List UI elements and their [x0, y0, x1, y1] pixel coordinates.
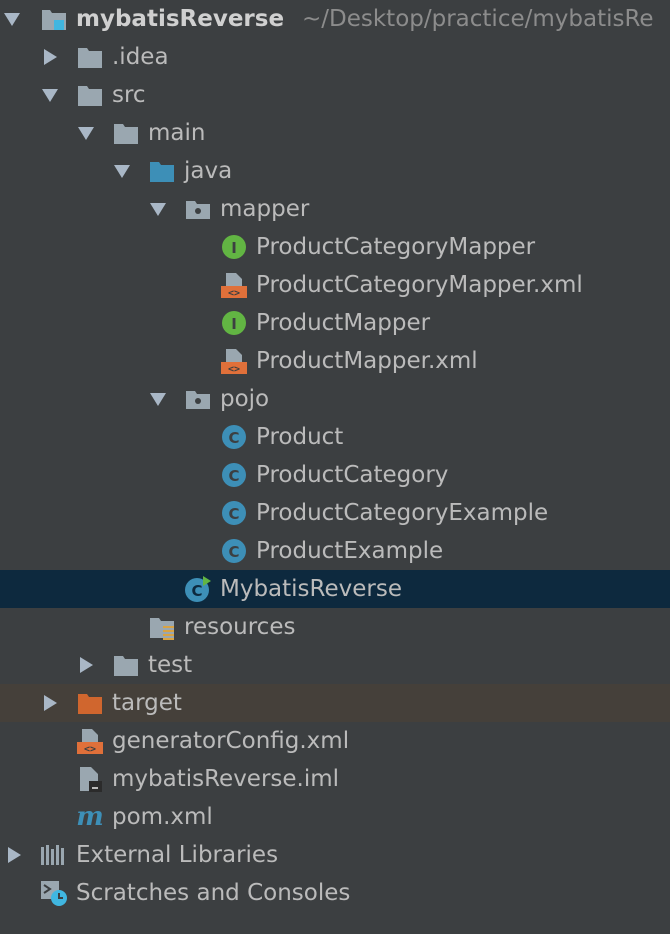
excluded-folder-icon	[76, 689, 104, 717]
folder-icon	[112, 119, 140, 147]
tree-row-product-mapper-xml[interactable]: <> ProductMapper.xml	[0, 342, 670, 380]
tree-label: main	[148, 120, 206, 146]
tree-label: ProductCategoryExample	[256, 500, 549, 526]
scratches-icon	[40, 879, 68, 907]
class-icon: C	[220, 423, 248, 451]
tree-row-mapper[interactable]: mapper	[0, 190, 670, 228]
tree-label: Product	[256, 424, 344, 450]
tree-label: MybatisReverse	[220, 576, 402, 602]
package-icon	[184, 195, 212, 223]
svg-text:C: C	[228, 543, 239, 561]
tree-label: ProductMapper.xml	[256, 348, 478, 374]
libraries-icon	[40, 841, 68, 869]
svg-text:I: I	[231, 315, 237, 333]
tree-label: pom.xml	[112, 804, 213, 830]
tree-row-scratches[interactable]: Scratches and Consoles	[0, 874, 670, 912]
tree-row-idea[interactable]: .idea	[0, 38, 670, 76]
tree-label: ProductCategoryMapper.xml	[256, 272, 583, 298]
svg-text:<>: <>	[84, 744, 96, 755]
tree-row-external-libraries[interactable]: External Libraries	[0, 836, 670, 874]
tree-label: ProductMapper	[256, 310, 431, 336]
tree-label: ProductCategory	[256, 462, 449, 488]
source-folder-icon	[148, 157, 176, 185]
runnable-class-icon: C	[184, 575, 212, 603]
project-path: ~/Desktop/practice/mybatisRe	[302, 6, 654, 32]
tree-label: resources	[184, 614, 296, 640]
tree-row-project[interactable]: mybatisReverse ~/Desktop/practice/mybati…	[0, 0, 670, 38]
class-icon: C	[220, 499, 248, 527]
folder-icon	[76, 81, 104, 109]
tree-row-product-category[interactable]: C ProductCategory	[0, 456, 670, 494]
tree-row-main[interactable]: main	[0, 114, 670, 152]
tree-row-pojo[interactable]: pojo	[0, 380, 670, 418]
expand-arrow-icon[interactable]	[148, 200, 168, 218]
tree-row-product-mapper[interactable]: I ProductMapper	[0, 304, 670, 342]
tree-label: test	[148, 652, 193, 678]
class-icon: C	[220, 461, 248, 489]
class-icon: C	[220, 537, 248, 565]
iml-file-icon	[76, 765, 104, 793]
tree-label: pojo	[220, 386, 270, 412]
tree-label: Scratches and Consoles	[76, 880, 351, 906]
tree-row-java[interactable]: java	[0, 152, 670, 190]
tree-row-product-category-mapper[interactable]: I ProductCategoryMapper	[0, 228, 670, 266]
svg-text:C: C	[228, 467, 239, 485]
tree-row-product-category-mapper-xml[interactable]: <> ProductCategoryMapper.xml	[0, 266, 670, 304]
tree-row-generator-config[interactable]: <> generatorConfig.xml	[0, 722, 670, 760]
tree-row-product[interactable]: C Product	[0, 418, 670, 456]
tree-label: java	[184, 158, 233, 184]
svg-text:<>: <>	[228, 364, 240, 375]
tree-row-src[interactable]: src	[0, 76, 670, 114]
svg-text:I: I	[231, 239, 237, 257]
collapse-arrow-icon[interactable]	[76, 656, 96, 674]
tree-label: mapper	[220, 196, 310, 222]
folder-icon	[76, 43, 104, 71]
tree-label: External Libraries	[76, 842, 279, 868]
svg-text:<>: <>	[228, 288, 240, 299]
tree-label: ProductExample	[256, 538, 444, 564]
interface-icon: I	[220, 233, 248, 261]
xml-file-icon: <>	[220, 271, 248, 299]
tree-row-test[interactable]: test	[0, 646, 670, 684]
tree-row-pom[interactable]: m pom.xml	[0, 798, 670, 836]
tree-label: mybatisReverse.iml	[112, 766, 340, 792]
tree-row-mybatis-reverse[interactable]: C MybatisReverse	[0, 570, 670, 608]
tree-label: target	[112, 690, 182, 716]
tree-row-product-category-example[interactable]: C ProductCategoryExample	[0, 494, 670, 532]
tree-label: ProductCategoryMapper	[256, 234, 536, 260]
tree-label: generatorConfig.xml	[112, 728, 350, 754]
collapse-arrow-icon[interactable]	[40, 694, 60, 712]
expand-arrow-icon[interactable]	[112, 162, 132, 180]
tree-row-target[interactable]: target	[0, 684, 670, 722]
expand-arrow-icon[interactable]	[40, 86, 60, 104]
maven-icon: m	[76, 803, 104, 831]
expand-arrow-icon[interactable]	[2, 10, 22, 28]
collapse-arrow-icon[interactable]	[4, 846, 24, 864]
svg-text:C: C	[191, 582, 202, 600]
project-tree: mybatisReverse ~/Desktop/practice/mybati…	[0, 0, 670, 934]
interface-icon: I	[220, 309, 248, 337]
resources-folder-icon	[148, 613, 176, 641]
expand-arrow-icon[interactable]	[76, 124, 96, 142]
tree-label: src	[112, 82, 146, 108]
tree-label: .idea	[112, 44, 169, 70]
svg-text:m: m	[76, 803, 104, 831]
folder-icon	[112, 651, 140, 679]
xml-file-icon: <>	[76, 727, 104, 755]
tree-row-resources[interactable]: resources	[0, 608, 670, 646]
svg-text:C: C	[228, 429, 239, 447]
tree-row-iml[interactable]: mybatisReverse.iml	[0, 760, 670, 798]
tree-row-product-example[interactable]: C ProductExample	[0, 532, 670, 570]
module-folder-icon	[40, 5, 68, 33]
project-name: mybatisReverse	[76, 6, 285, 32]
package-icon	[184, 385, 212, 413]
expand-arrow-icon[interactable]	[148, 390, 168, 408]
svg-text:C: C	[228, 505, 239, 523]
xml-file-icon: <>	[220, 347, 248, 375]
collapse-arrow-icon[interactable]	[40, 48, 60, 66]
